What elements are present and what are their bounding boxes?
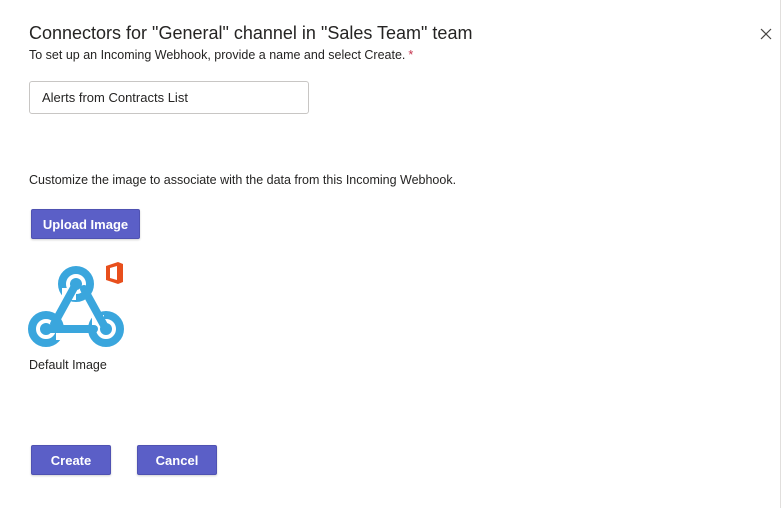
close-icon [760,28,772,40]
dialog-title: Connectors for "General" channel in "Sal… [29,23,473,43]
upload-image-button[interactable]: Upload Image [31,209,140,239]
office-badge [106,262,123,284]
connector-dialog: Connectors for "General" channel in "Sal… [0,0,781,508]
image-instruction: Customize the image to associate with th… [29,173,457,187]
close-button[interactable] [758,26,774,42]
default-image-label: Default Image [29,358,107,372]
webhook-icon [28,262,124,347]
dialog-subtitle: To set up an Incoming Webhook, provide a… [29,48,413,62]
create-button[interactable]: Create [31,445,111,475]
required-marker: * [408,48,414,62]
default-image [26,258,126,354]
cancel-button[interactable]: Cancel [137,445,217,475]
subtitle-text: To set up an Incoming Webhook, provide a… [29,48,406,62]
webhook-name-input[interactable] [29,81,309,114]
